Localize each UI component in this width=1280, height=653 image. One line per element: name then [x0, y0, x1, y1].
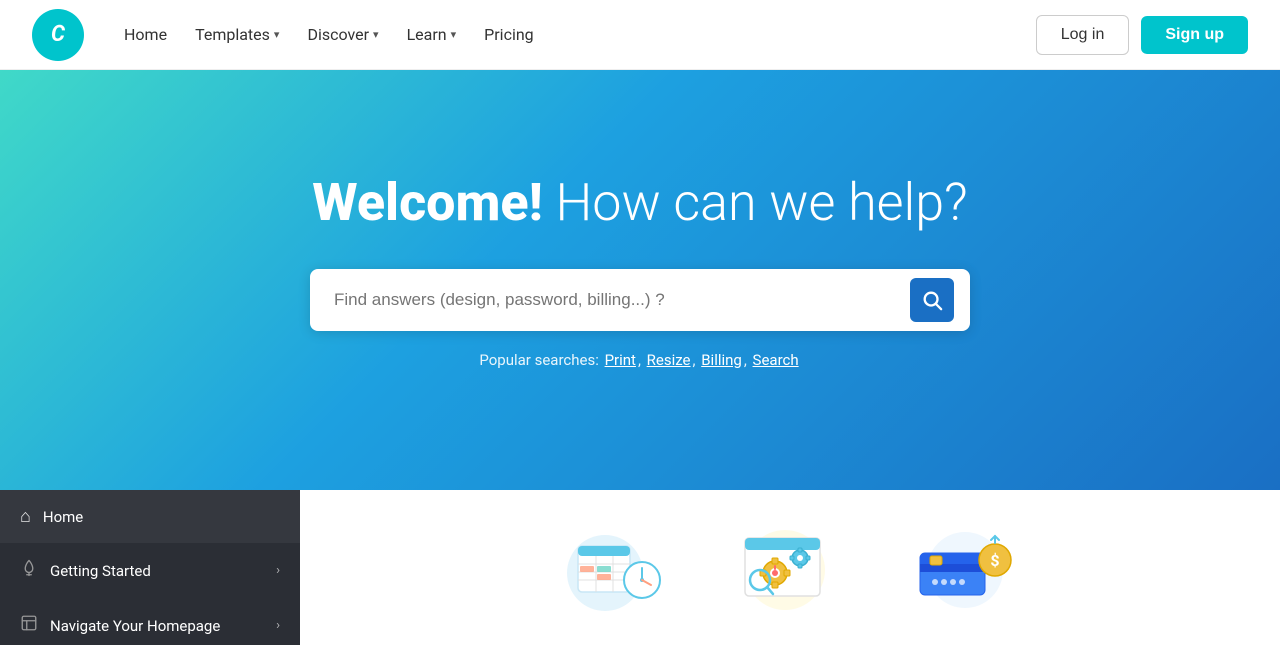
sidebar: ⌂ Home Getting Started › N: [0, 490, 300, 645]
search-icon: [921, 289, 943, 311]
nav-home[interactable]: Home: [112, 17, 179, 52]
sidebar-item-navigate-homepage[interactable]: Navigate Your Homepage ›: [0, 598, 300, 653]
hero-title: Welcome! How can we help?: [312, 172, 967, 233]
nav-learn[interactable]: Learn ▾: [395, 17, 469, 52]
illustration-settings: [730, 518, 850, 618]
nav-links: Home Templates ▾ Discover ▾ Learn ▾ Pric…: [112, 17, 1036, 52]
nav-home-label: Home: [124, 25, 167, 44]
nav-auth: Log in Sign up: [1036, 15, 1248, 55]
sidebar-navigate-label: Navigate Your Homepage: [50, 617, 220, 635]
popular-link-resize[interactable]: Resize: [647, 351, 691, 369]
illustration-billing: $: [900, 518, 1020, 618]
nav-learn-label: Learn: [407, 25, 447, 44]
illustration-3: $: [895, 513, 1025, 623]
logo-text: C: [51, 22, 65, 47]
hero-title-bold: Welcome!: [312, 172, 543, 233]
popular-link-billing[interactable]: Billing: [701, 351, 742, 369]
sidebar-getting-started-label: Getting Started: [50, 562, 151, 580]
nav-discover-label: Discover: [307, 25, 369, 44]
sidebar-home-label: Home: [43, 508, 83, 526]
search-bar: [310, 269, 970, 331]
nav-templates-label: Templates: [195, 25, 270, 44]
nav-templates[interactable]: Templates ▾: [183, 17, 291, 52]
nav-pricing-label: Pricing: [484, 25, 534, 44]
search-button[interactable]: [910, 278, 954, 322]
chevron-down-icon: ▾: [451, 28, 457, 41]
popular-searches: Popular searches: Print, Resize, Billing…: [479, 351, 800, 369]
illustration-calendar: [560, 518, 680, 618]
search-input[interactable]: [334, 290, 910, 310]
chevron-right-icon: ›: [276, 563, 280, 578]
chevron-down-icon: ▾: [274, 28, 280, 41]
content-area: $: [300, 490, 1280, 645]
popular-label: Popular searches:: [479, 351, 598, 369]
sidebar-item-home[interactable]: ⌂ Home: [0, 490, 300, 543]
login-button[interactable]: Log in: [1036, 15, 1130, 55]
hero-title-light: How can we help?: [543, 172, 968, 233]
home-outline-icon: [20, 614, 38, 637]
signup-button[interactable]: Sign up: [1141, 16, 1248, 54]
nav-discover[interactable]: Discover ▾: [295, 17, 390, 52]
popular-link-search[interactable]: Search: [753, 351, 799, 369]
illustration-2: [725, 513, 855, 623]
sidebar-item-getting-started[interactable]: Getting Started ›: [0, 543, 300, 598]
rocket-icon: [20, 559, 38, 582]
chevron-right-icon: ›: [276, 618, 280, 633]
nav-pricing[interactable]: Pricing: [472, 17, 546, 52]
logo[interactable]: C: [32, 9, 84, 61]
popular-link-print[interactable]: Print: [605, 351, 636, 369]
home-icon: ⌂: [20, 506, 31, 527]
hero-section: Welcome! How can we help? Popular search…: [0, 70, 1280, 490]
navbar: C Home Templates ▾ Discover ▾ Learn ▾ Pr…: [0, 0, 1280, 70]
svg-text:$: $: [990, 551, 999, 570]
bottom-panel: ⌂ Home Getting Started › N: [0, 490, 1280, 645]
chevron-down-icon: ▾: [373, 28, 379, 41]
illustration-1: [555, 513, 685, 623]
